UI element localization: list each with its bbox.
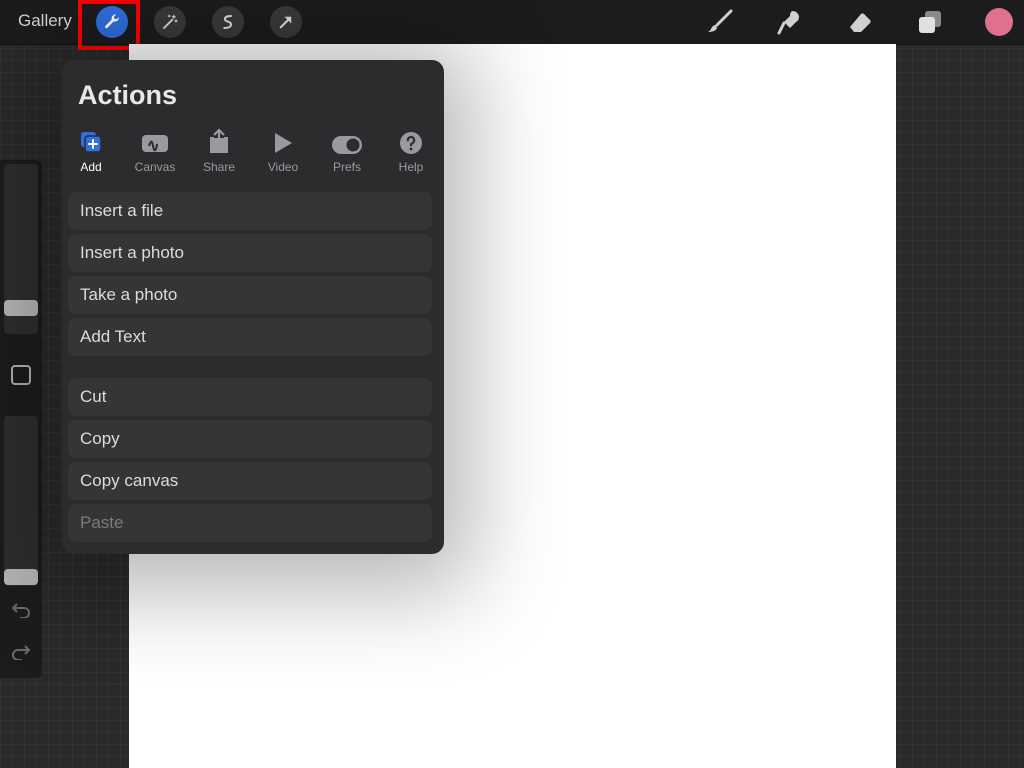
tab-prefs[interactable]: Prefs (317, 128, 377, 174)
layers-button[interactable] (914, 6, 946, 38)
paste-item[interactable]: Paste (68, 504, 432, 542)
smudge-icon (777, 11, 799, 35)
add-text-item[interactable]: Add Text (68, 318, 432, 356)
share-icon (210, 128, 228, 153)
redo-button[interactable] (9, 642, 33, 662)
copy-canvas-item[interactable]: Copy canvas (68, 462, 432, 500)
selection-button[interactable] (212, 6, 244, 38)
selection-icon (223, 15, 232, 29)
eraser-button[interactable] (844, 6, 876, 38)
tab-help[interactable]: Help (381, 128, 441, 174)
modify-button[interactable] (11, 365, 31, 385)
help-icon (400, 132, 422, 154)
tab-help-label: Help (398, 160, 424, 174)
tab-share[interactable]: Share (189, 128, 249, 174)
tab-video[interactable]: Video (253, 128, 313, 174)
insert-file-item[interactable]: Insert a file (68, 192, 432, 230)
layers-icon (919, 11, 941, 33)
take-photo-item[interactable]: Take a photo (68, 276, 432, 314)
toggle-icon (332, 136, 362, 154)
brush-icon (708, 9, 733, 32)
insert-photo-item[interactable]: Insert a photo (68, 234, 432, 272)
panel-title: Actions (78, 80, 178, 110)
tab-canvas[interactable]: Canvas (125, 128, 185, 174)
tab-prefs-label: Prefs (332, 160, 361, 174)
left-sidebar (0, 160, 42, 678)
transform-button[interactable] (270, 6, 302, 38)
tab-canvas-label: Canvas (134, 160, 176, 174)
eraser-icon (850, 13, 871, 32)
copy-item[interactable]: Copy (68, 420, 432, 458)
brush-size-thumb[interactable] (4, 300, 38, 316)
opacity-slider[interactable] (4, 416, 38, 586)
tab-add-label: Add (80, 160, 102, 174)
redo-icon (12, 645, 31, 660)
top-toolbar: Gallery (0, 0, 1024, 50)
add-icon (81, 132, 102, 153)
wrench-icon (105, 14, 119, 29)
brush-button[interactable] (704, 6, 736, 38)
tab-share-label: Share (202, 160, 236, 174)
smudge-button[interactable] (774, 6, 806, 38)
canvas-icon (142, 135, 168, 152)
actions-panel: Actions Add Canvas Share Video Prefs Hel… (62, 60, 444, 554)
video-play-icon (275, 133, 292, 153)
opacity-thumb[interactable] (4, 569, 38, 585)
transform-arrow-icon (279, 16, 292, 29)
gallery-button[interactable]: Gallery (18, 11, 72, 31)
cut-item[interactable]: Cut (68, 378, 432, 416)
color-picker-button[interactable] (985, 8, 1013, 36)
tab-video-label: Video (267, 160, 299, 174)
undo-button[interactable] (9, 600, 33, 620)
undo-icon (11, 603, 30, 618)
actions-wrench-button[interactable] (96, 6, 128, 38)
magic-wand-icon (163, 14, 178, 29)
tab-add[interactable]: Add (61, 128, 121, 174)
adjustments-button[interactable] (154, 6, 186, 38)
